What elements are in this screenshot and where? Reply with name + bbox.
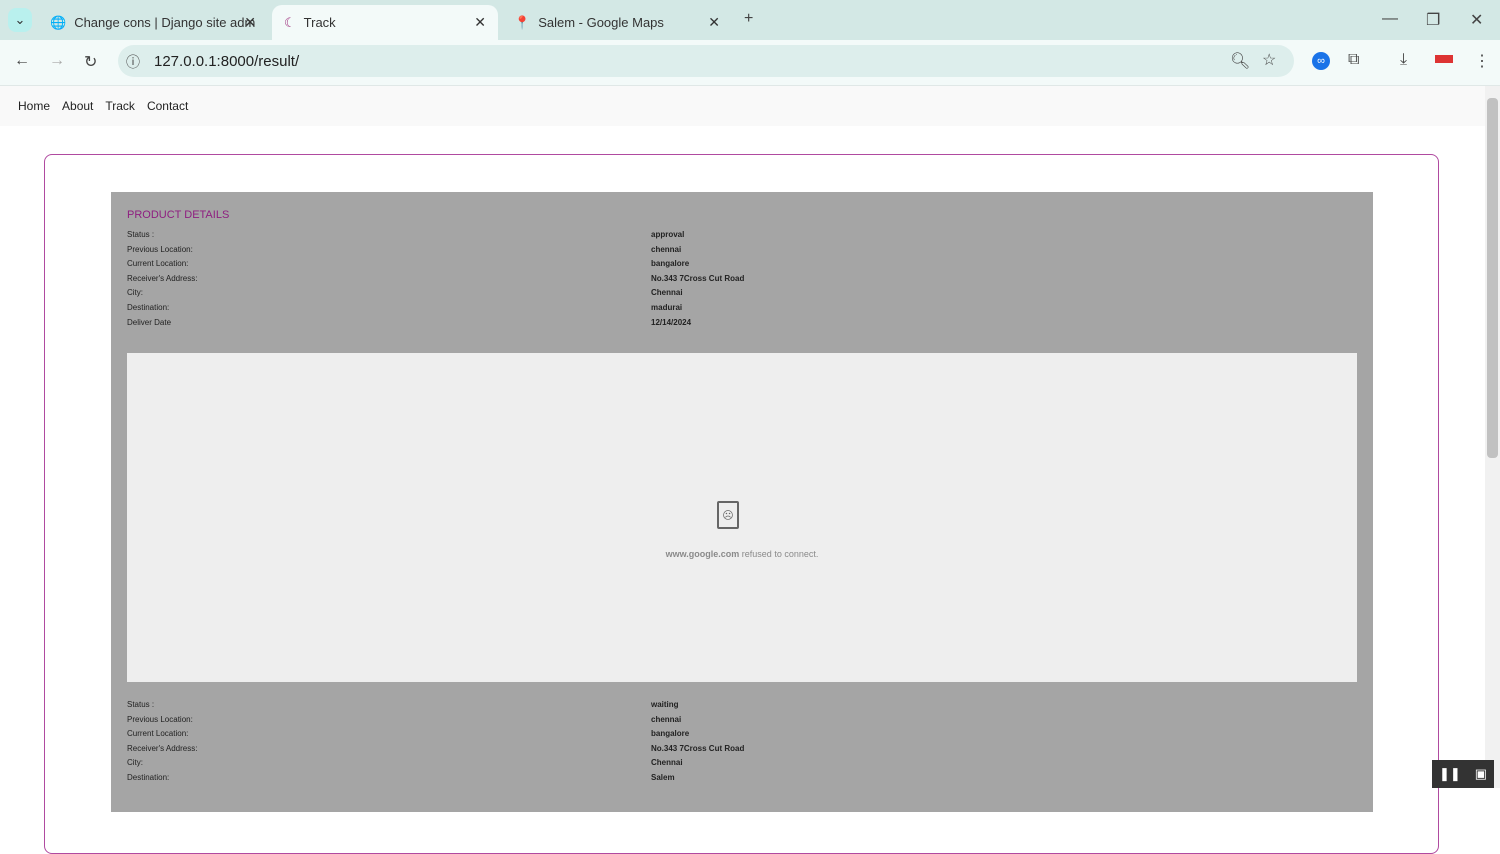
label: Status : bbox=[127, 700, 155, 709]
label: Current Location: bbox=[127, 729, 189, 739]
details-list-1: Status : approval Previous Location: chenn… bbox=[127, 230, 1327, 332]
tab-strip: ⌄ 🌐 Change cons | Django site adm ✕ ☾ Track… bbox=[0, 0, 1500, 40]
status-value: waiting bbox=[651, 700, 679, 709]
recording-controls: ❚❚ ▣ bbox=[1432, 760, 1494, 788]
page-scrollbar[interactable] bbox=[1485, 86, 1500, 788]
nav-contact[interactable]: Contact bbox=[147, 99, 188, 113]
extension-infinity-icon[interactable]: ∞ bbox=[1312, 52, 1330, 70]
close-tab-icon[interactable]: ✕ bbox=[708, 14, 720, 31]
tab-search-button[interactable]: ⌄ bbox=[8, 8, 32, 32]
screen-icon[interactable]: ▣ bbox=[1475, 766, 1487, 782]
download-icon[interactable]: ⤓ bbox=[1400, 51, 1407, 69]
globe-icon: 🌐 bbox=[50, 14, 67, 30]
scrollbar-thumb[interactable] bbox=[1487, 98, 1498, 458]
tab-django[interactable]: 🌐 Change cons | Django site adm ✕ bbox=[38, 5, 268, 40]
zoom-icon[interactable]: 🔍︎ bbox=[1230, 51, 1250, 71]
previous-location-value: chennai bbox=[651, 244, 682, 254]
nav-home[interactable]: Home bbox=[18, 99, 50, 113]
nav-track[interactable]: Track bbox=[105, 99, 135, 113]
status-value: approval bbox=[651, 230, 685, 239]
product-details-title: PRODUCT DETAILS bbox=[127, 209, 230, 221]
new-tab-icon[interactable]: + bbox=[744, 10, 753, 28]
label: Current Location: bbox=[127, 259, 189, 269]
site-nav: Home About Track Contact bbox=[0, 86, 1500, 126]
label: Status : bbox=[127, 230, 155, 239]
city-value: Chennai bbox=[651, 758, 683, 768]
address-value: No.343 7Cross Cut Road bbox=[651, 743, 745, 753]
label: Receiver's Address: bbox=[127, 743, 198, 753]
label: Destination: bbox=[127, 302, 170, 312]
close-tab-icon[interactable]: ✕ bbox=[474, 14, 486, 31]
back-icon[interactable]: ← bbox=[14, 52, 30, 70]
close-tab-icon[interactable]: ✕ bbox=[244, 14, 256, 31]
label: City: bbox=[127, 288, 143, 298]
restore-icon[interactable]: ❐ bbox=[1426, 10, 1440, 30]
label: Previous Location: bbox=[127, 714, 193, 724]
details-list-2: Status : waiting Previous Location: chenna… bbox=[127, 700, 1327, 788]
sad-document-icon: ☹ bbox=[717, 501, 739, 529]
map-iframe[interactable]: ☹ www.google.com refused to connect. bbox=[127, 353, 1357, 682]
city-value: Chennai bbox=[651, 288, 683, 298]
previous-location-value: chennai bbox=[651, 714, 682, 724]
tab-track[interactable]: ☾ Track ✕ bbox=[272, 5, 498, 40]
bookmark-star-icon[interactable]: ☆ bbox=[1262, 50, 1276, 70]
label: Previous Location: bbox=[127, 244, 193, 254]
deliver-date-value: 12/14/2024 bbox=[651, 317, 692, 327]
destination-value: Salem bbox=[651, 772, 675, 782]
label: Deliver Date bbox=[127, 317, 172, 327]
minimize-icon[interactable]: — bbox=[1382, 10, 1398, 28]
current-location-value: bangalore bbox=[651, 729, 690, 739]
chevron-down-icon: ⌄ bbox=[14, 12, 26, 27]
map-error-text: www.google.com refused to connect. bbox=[665, 549, 819, 559]
forward-icon[interactable]: → bbox=[49, 52, 65, 70]
site-logo-icon: ☾ bbox=[284, 14, 296, 30]
label: City: bbox=[127, 758, 143, 768]
menu-kebab-icon[interactable]: ⋮ bbox=[1474, 51, 1490, 71]
label: Destination: bbox=[127, 772, 170, 782]
nav-about[interactable]: About bbox=[62, 99, 93, 113]
destination-value: madurai bbox=[651, 302, 683, 312]
close-window-icon[interactable]: ✕ bbox=[1470, 10, 1483, 30]
site-info-icon[interactable]: ⓘ bbox=[126, 52, 140, 72]
pause-icon[interactable]: ❚❚ bbox=[1439, 766, 1461, 782]
extensions-puzzle-icon[interactable]: ⧉ bbox=[1348, 51, 1359, 69]
extension-badge-icon[interactable] bbox=[1435, 55, 1453, 63]
reload-icon[interactable]: ↻ bbox=[84, 52, 97, 72]
maps-pin-icon: 📍 bbox=[514, 14, 531, 30]
product-details-panel: PRODUCT DETAILS Status : approval Previou… bbox=[111, 192, 1373, 812]
tab-maps[interactable]: 📍 Salem - Google Maps ✕ bbox=[502, 5, 732, 40]
current-location-value: bangalore bbox=[651, 259, 690, 269]
label: Receiver's Address: bbox=[127, 273, 198, 283]
browser-toolbar: ← → ↻ ⓘ 127.0.0.1:8000/result/ 🔍︎ ☆ ∞ ⧉ … bbox=[0, 40, 1500, 86]
address-bar[interactable]: ⓘ 127.0.0.1:8000/result/ 🔍︎ ☆ bbox=[118, 45, 1294, 77]
address-value: No.343 7Cross Cut Road bbox=[651, 273, 745, 283]
